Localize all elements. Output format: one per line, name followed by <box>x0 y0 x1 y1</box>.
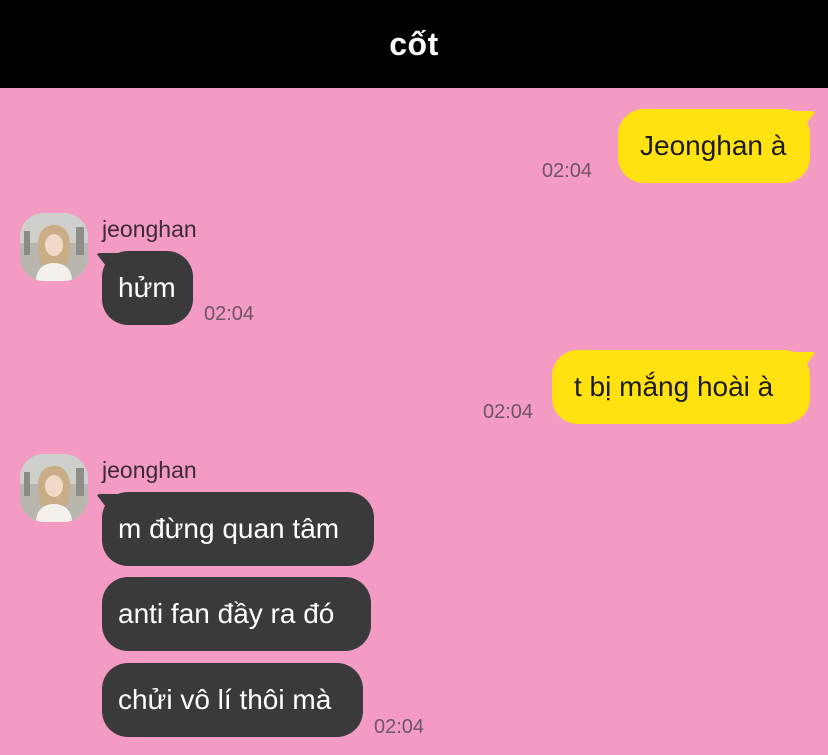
incoming-message-bubble[interactable]: hửm <box>102 251 193 325</box>
avatar[interactable] <box>20 454 88 522</box>
sender-name: jeonghan <box>102 216 197 242</box>
message-text: chửi vô lí thôi mà <box>118 684 332 715</box>
chat-header: cốt <box>0 0 828 88</box>
outgoing-message-bubble[interactable]: t bị mắng hoài à <box>552 350 810 424</box>
message-time: 02:04 <box>374 716 425 738</box>
message-list[interactable]: 02:04 Jeonghan à jeonghan hửm 02:04 02:0… <box>0 88 828 755</box>
message-text: m đừng quan tâm <box>118 513 340 544</box>
profile-photo-icon <box>20 213 88 281</box>
message-time: 02:04 <box>483 401 534 423</box>
message-text: Jeonghan à <box>640 130 787 161</box>
message-time: 02:04 <box>204 303 255 325</box>
avatar[interactable] <box>20 213 88 281</box>
message-text: hửm <box>118 272 176 303</box>
outgoing-message-bubble[interactable]: Jeonghan à <box>618 109 810 183</box>
incoming-message-bubble[interactable]: m đừng quan tâm <box>102 492 374 566</box>
incoming-message-bubble[interactable]: anti fan đầy ra đó <box>102 577 371 651</box>
message-time: 02:04 <box>542 160 593 182</box>
sender-name: jeonghan <box>102 457 197 483</box>
message-text: t bị mắng hoài à <box>574 371 774 402</box>
incoming-message-bubble[interactable]: chửi vô lí thôi mà <box>102 663 363 737</box>
profile-photo-icon <box>20 454 88 522</box>
message-text: anti fan đầy ra đó <box>118 598 335 629</box>
chat-title: cốt <box>389 25 439 62</box>
